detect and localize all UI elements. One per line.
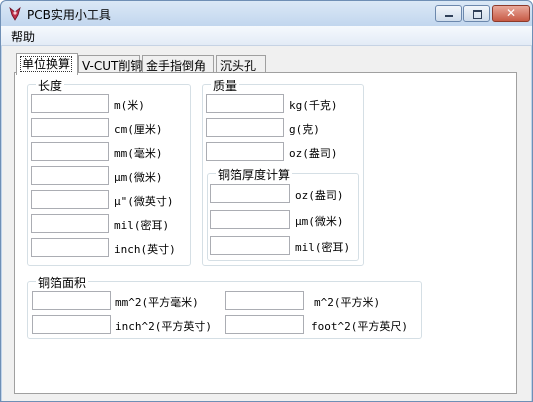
unit-label: foot^2(平方英尺) [311, 320, 408, 333]
window-title: PCB实用小工具 [27, 8, 111, 22]
unit-label: cm(厘米) [114, 123, 163, 136]
tab-label: 单位换算 [20, 56, 73, 72]
group-title: 铜箔厚度计算 [216, 166, 293, 183]
tab-label: V-CUT削铜 [82, 59, 143, 73]
mass-g-input[interactable] [206, 118, 284, 137]
maximize-button[interactable] [463, 5, 490, 22]
area-inch2-input[interactable] [32, 315, 111, 334]
copper-area-group: 铜箔面积 mm^2(平方毫米) m^2(平方米) inch^2(平方英寸) fo… [27, 274, 422, 339]
area-foot2-input[interactable] [225, 315, 304, 334]
menu-bar: 帮助 [1, 26, 532, 46]
tab-label: 沉头孔 [220, 59, 257, 73]
length-inch-input[interactable] [31, 238, 109, 257]
length-uinch-input[interactable] [31, 190, 109, 209]
close-icon: ✕ [505, 6, 517, 20]
unit-label: mm(毫米) [114, 147, 163, 160]
tab-countersink[interactable]: 沉头孔 [216, 55, 266, 73]
mass-oz-input[interactable] [206, 142, 284, 161]
group-title: 铜箔面积 [36, 274, 89, 291]
unit-label: m^2(平方米) [314, 296, 381, 309]
unit-label: mm^2(平方毫米) [115, 296, 199, 309]
unit-label: inch^2(平方英寸) [115, 320, 212, 333]
unit-label: μm(微米) [114, 171, 163, 184]
title-bar[interactable]: PCB实用小工具 ✕ [1, 1, 532, 26]
unit-label: inch(英寸) [114, 243, 176, 256]
unit-label: μm(微米) [295, 215, 344, 228]
copper-thickness-group: 铜箔厚度计算 oz(盎司) μm(微米) mil(密耳) [207, 166, 359, 261]
tab-vcut[interactable]: V-CUT削铜 [78, 55, 143, 73]
copper-um-input[interactable] [210, 210, 290, 229]
tab-unit-conversion[interactable]: 单位换算 [16, 53, 78, 75]
client-area: 单位换算 V-CUT削铜 金手指倒角 沉头孔 长度 m(米) cm(厘米) mm… [2, 46, 531, 401]
length-mil-input[interactable] [31, 214, 109, 233]
copper-mil-input[interactable] [210, 236, 290, 255]
mass-group: 质量 kg(千克) g(克) oz(盎司) 铜箔厚度计算 oz(盎司) μm(微… [202, 77, 364, 266]
menu-help[interactable]: 帮助 [11, 28, 35, 45]
app-window: PCB实用小工具 ✕ 帮助 单位换算 V-CUT削铜 金手指倒角 沉头孔 长度 … [0, 0, 533, 402]
group-title: 质量 [211, 77, 240, 94]
unit-label: oz(盎司) [295, 189, 344, 202]
mass-kg-input[interactable] [206, 94, 284, 113]
app-icon [9, 6, 21, 21]
copper-oz-input[interactable] [210, 184, 290, 203]
length-mm-input[interactable] [31, 142, 109, 161]
unit-label: g(克) [289, 123, 320, 136]
unit-label: μ"(微英寸) [114, 195, 174, 208]
tab-gold-finger[interactable]: 金手指倒角 [142, 55, 214, 73]
minimize-button[interactable] [435, 5, 462, 22]
unit-label: mil(密耳) [114, 219, 170, 232]
tab-label: 金手指倒角 [146, 59, 207, 73]
group-title: 长度 [36, 77, 65, 94]
area-mm2-input[interactable] [32, 291, 111, 310]
unit-label: kg(千克) [289, 99, 338, 112]
unit-label: mil(密耳) [295, 241, 351, 254]
length-cm-input[interactable] [31, 118, 109, 137]
close-button[interactable]: ✕ [492, 5, 530, 22]
unit-label: m(米) [114, 99, 145, 112]
length-um-input[interactable] [31, 166, 109, 185]
unit-label: oz(盎司) [289, 147, 338, 160]
length-m-input[interactable] [31, 94, 109, 113]
length-group: 长度 m(米) cm(厘米) mm(毫米) μm(微米) μ"(微英寸) mil… [27, 77, 191, 266]
area-m2-input[interactable] [225, 291, 304, 310]
tab-panel: 长度 m(米) cm(厘米) mm(毫米) μm(微米) μ"(微英寸) mil… [14, 72, 517, 394]
